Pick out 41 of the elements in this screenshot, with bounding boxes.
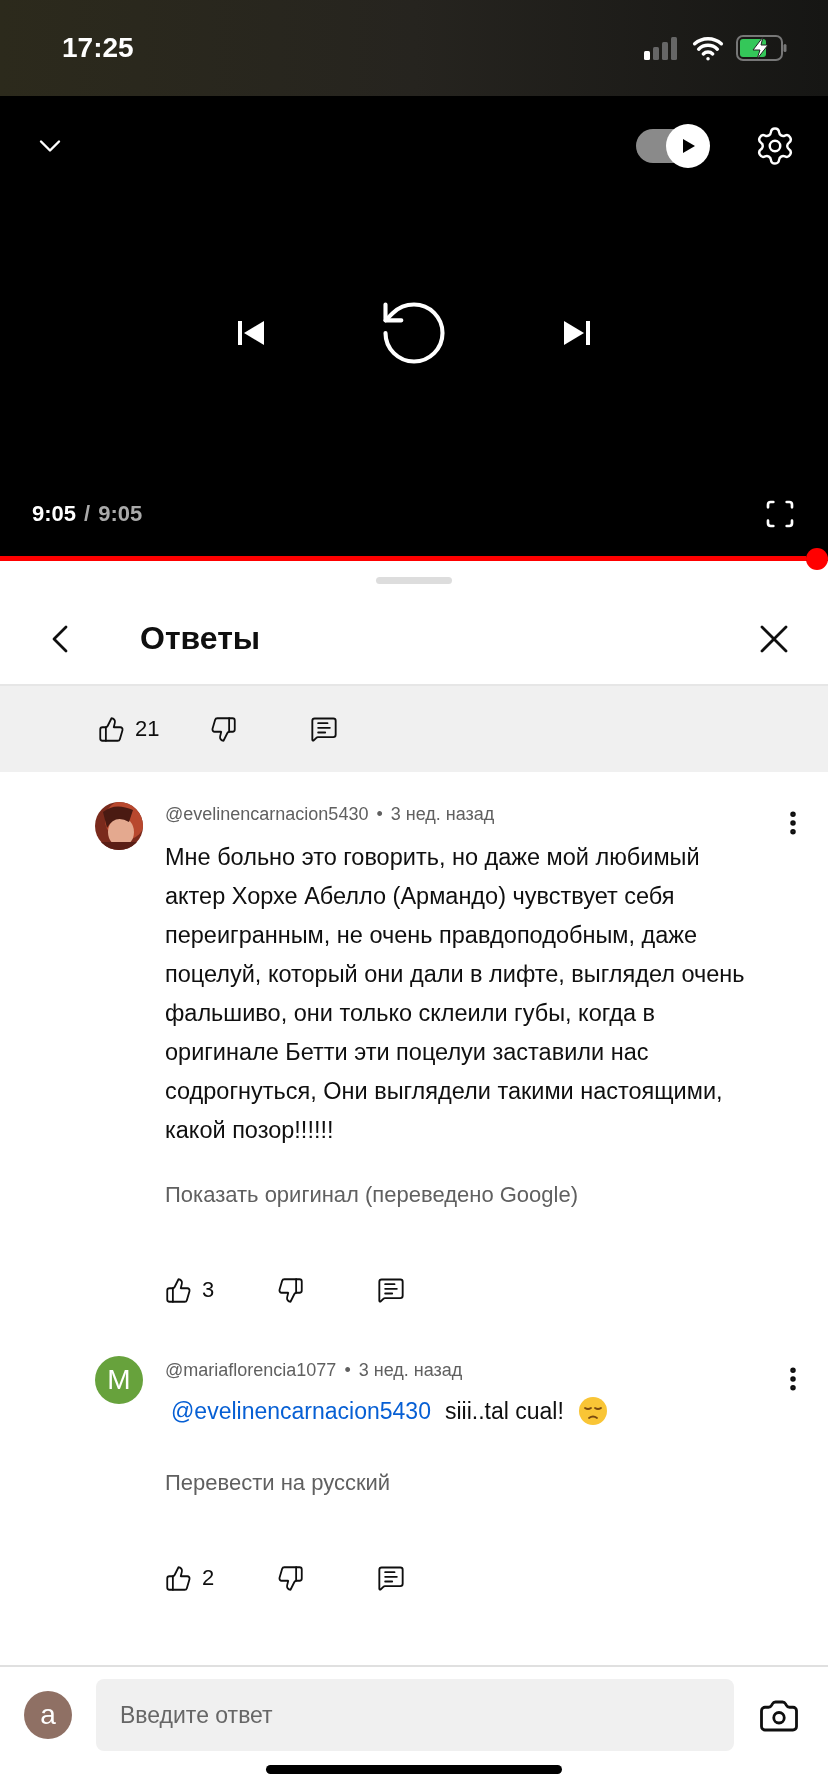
comment-text: siii..tal cual!: [444, 1397, 564, 1425]
reply-button[interactable]: [377, 1276, 405, 1304]
drag-handle[interactable]: [376, 577, 452, 584]
comment-icon: [377, 1276, 405, 1304]
panel-title: Ответы: [140, 620, 262, 657]
duration-time: 9:05: [98, 501, 143, 527]
thumbs-down-icon: [210, 715, 237, 743]
comment-time: 3 нед. назад: [358, 1360, 463, 1381]
like-button[interactable]: 2: [165, 1564, 277, 1592]
like-button[interactable]: 21: [98, 715, 210, 743]
status-time: 17:25: [62, 32, 134, 64]
comment-text: Мне больно это говорить, но даже мой любимый актер Хорхе Абелло (Армандо) чувствует себя переигранным, не очень правдоподобным, даже поцелуй, который они дали в лифте, выглядел очень фальшиво, они только склеили губы, когда в оригинале Бетти эти поцелуи заставили нас содрогнуться, Они выглядели такими настоящими, какой позор!!!!!!: [165, 843, 745, 1145]
translate-link[interactable]: Показать оригинал (переведено Google): [165, 1182, 808, 1208]
comment-icon: [377, 1564, 405, 1592]
meta-separator: •: [376, 804, 383, 825]
battery-charging-icon: [736, 35, 788, 61]
comment-icon: [310, 715, 338, 743]
elapsed-time: 9:05: [32, 501, 77, 527]
signal-icon: [644, 36, 680, 60]
user-avatar[interactable]: a: [24, 1691, 72, 1739]
meta-separator: •: [344, 1360, 351, 1381]
previous-button[interactable]: [236, 318, 266, 348]
next-button[interactable]: [562, 318, 592, 348]
thumbs-down-icon: [277, 1276, 304, 1304]
comment-author[interactable]: @mariaflorencia1077: [165, 1360, 337, 1381]
autoplay-toggle[interactable]: [634, 124, 710, 168]
comment-time: 3 нед. назад: [390, 804, 495, 825]
reply-button[interactable]: [310, 715, 338, 743]
reply-input-field[interactable]: Введите ответ: [96, 1679, 734, 1751]
thumbs-down-icon: [277, 1564, 304, 1592]
thumbs-up-icon: [165, 1564, 192, 1592]
time-separator: /: [84, 501, 91, 527]
pensive-face-icon: [577, 1396, 608, 1426]
mention-link[interactable]: @evelinencarnacion5430: [171, 1397, 431, 1425]
fullscreen-icon[interactable]: [764, 498, 796, 530]
translate-link[interactable]: Перевести на русский: [165, 1470, 808, 1496]
like-button[interactable]: 3: [165, 1276, 277, 1304]
comment-author[interactable]: @evelinencarnacion5430: [165, 804, 369, 825]
thumbs-up-icon: [98, 715, 125, 743]
thumbs-up-icon: [165, 1276, 192, 1304]
reply-button[interactable]: [377, 1564, 405, 1592]
